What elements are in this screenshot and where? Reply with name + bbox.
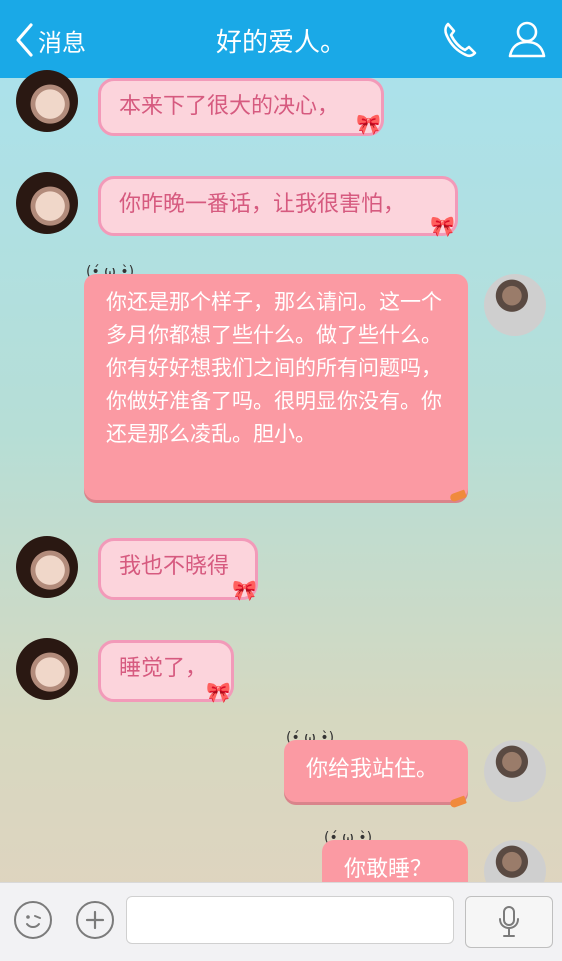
bow-decoration-icon: 🎀 xyxy=(430,214,455,238)
message-text: 你给我站住。 xyxy=(306,757,439,782)
microphone-icon xyxy=(499,906,519,937)
message-text: 睡觉了， xyxy=(119,656,208,681)
message-text: 我也不晓得 xyxy=(119,554,230,579)
message-bubble-right[interactable]: 你还是那个样子，那么请问。这一个多月你都想了些什么。做了些什么。你有好好想我们之… xyxy=(84,274,468,500)
user-avatar[interactable] xyxy=(484,274,546,336)
contact-avatar[interactable] xyxy=(16,536,78,598)
voice-button[interactable] xyxy=(465,896,553,948)
message-text: 本来下了很大的决心， xyxy=(119,94,340,119)
bow-decoration-icon: 🎀 xyxy=(232,578,257,602)
plus-button[interactable] xyxy=(76,901,114,939)
user-icon[interactable] xyxy=(506,18,548,60)
plus-icon xyxy=(85,910,105,930)
message-bubble-left[interactable]: 你昨晚一番话，让我很害怕， xyxy=(98,176,458,236)
emoji-button[interactable] xyxy=(14,901,52,939)
message-bubble-right[interactable]: 你给我站住。 xyxy=(284,740,468,802)
contact-avatar[interactable] xyxy=(16,172,78,234)
chat-header: 消息 好的爱人。 xyxy=(0,0,562,78)
emoji-icon xyxy=(26,915,41,928)
message-text: 你敢睡？ xyxy=(344,857,433,882)
phone-icon[interactable] xyxy=(438,18,480,60)
contact-avatar[interactable] xyxy=(16,638,78,700)
bow-decoration-icon: 🎀 xyxy=(356,112,381,136)
contact-avatar[interactable] xyxy=(16,70,78,132)
input-bar xyxy=(0,882,562,961)
message-text: 你还是那个样子，那么请问。这一个多月你都想了些什么。做了些什么。你有好好想我们之… xyxy=(106,290,442,446)
user-avatar[interactable] xyxy=(484,740,546,802)
message-bubble-left[interactable]: 本来下了很大的决心， xyxy=(98,78,384,136)
message-input[interactable] xyxy=(126,896,454,944)
bow-decoration-icon: 🎀 xyxy=(206,680,231,704)
message-text: 你昨晚一番话，让我很害怕， xyxy=(119,192,406,217)
